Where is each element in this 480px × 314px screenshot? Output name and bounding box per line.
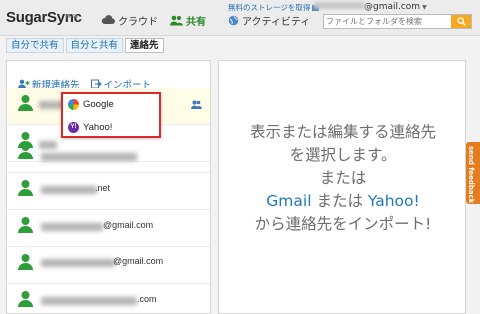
person-icon — [18, 217, 33, 233]
contact-email: @gmail.com — [113, 256, 164, 266]
email-domain: @gmail.com — [364, 2, 421, 12]
tab-contacts[interactable]: 連絡先 — [125, 38, 164, 53]
gmail-link[interactable]: Gmail — [266, 192, 311, 210]
redacted-contact-name — [41, 186, 97, 194]
yahoo-icon: Y! — [68, 121, 79, 133]
top-bar: SugarSync BETA クラウド 共有 アクティビティ 無料のストレージを… — [0, 0, 480, 36]
search-icon — [456, 17, 466, 26]
message-line-1: 表示または編集する連絡先 — [249, 123, 436, 141]
sugarsync-logo[interactable]: SugarSync BETA — [6, 9, 82, 26]
empty-state-message: 表示または編集する連絡先 を選択します。 または Gmail または Yahoo… — [219, 121, 467, 236]
beta-label: BETA — [66, 14, 78, 20]
free-storage-label: 無料のストレージを取得 — [228, 3, 311, 12]
share-tabs: 自分で共有 自分と共有 連絡先 — [6, 38, 164, 53]
nav-cloud-label: クラウド — [118, 16, 158, 28]
person-icon — [18, 95, 33, 111]
or-text: または — [311, 192, 368, 210]
google-icon — [68, 98, 79, 110]
import-google-option[interactable]: Google — [68, 97, 114, 111]
nav-share-label: 共有 — [186, 16, 206, 28]
person-icon — [18, 143, 33, 159]
send-feedback-tab[interactable]: send feedback — [466, 142, 480, 204]
yahoo-link[interactable]: Yahoo! — [368, 192, 420, 210]
contact-row[interactable]: .com — [7, 284, 210, 313]
person-icon — [18, 254, 33, 270]
contact-email: .com — [137, 294, 157, 304]
contact-row[interactable]: @gmail.com — [7, 210, 210, 247]
contact-row[interactable]: @gmail.com — [7, 247, 210, 284]
globe-icon — [228, 15, 239, 25]
redacted-contact-name — [41, 297, 137, 305]
redacted-contact-name — [41, 223, 103, 231]
nav-share[interactable]: 共有 — [170, 12, 206, 28]
import-source-menu: Google Y! Yahoo! — [61, 92, 161, 138]
account-email[interactable]: @gmail.com ▼ — [314, 2, 427, 12]
message-line-3: または — [319, 169, 367, 187]
nav-cloud[interactable]: クラウド — [101, 12, 158, 28]
google-label: Google — [83, 98, 114, 110]
people-icon — [170, 15, 183, 25]
nav-activity-label: アクティビティ — [242, 16, 311, 28]
contact-email: @gmail.com — [103, 220, 154, 230]
search-button[interactable] — [451, 15, 471, 28]
chevron-down-icon: ▼ — [422, 4, 427, 11]
tab-shared-with-me[interactable]: 自分と共有 — [65, 38, 124, 53]
message-line-4: Gmail または Yahoo! — [219, 190, 467, 213]
feedback-label: send feedback — [467, 146, 475, 204]
free-storage-link[interactable]: 無料のストレージを取得 — [228, 2, 320, 13]
yahoo-label: Yahoo! — [83, 121, 113, 133]
tab-shared-by-me[interactable]: 自分で共有 — [6, 38, 64, 53]
people-icon[interactable] — [191, 100, 202, 109]
person-icon — [18, 291, 33, 307]
cloud-icon — [101, 15, 115, 25]
redacted-username — [314, 2, 364, 9]
person-icon — [18, 180, 33, 196]
search-input[interactable] — [326, 15, 450, 28]
redacted-contact-name — [41, 153, 137, 161]
message-line-2: を選択します。 — [289, 146, 397, 164]
message-line-5: から連絡先をインポート! — [254, 215, 432, 233]
contact-row[interactable]: .net — [7, 173, 210, 210]
contact-detail-panel: 表示または編集する連絡先 を選択します。 または Gmail または Yahoo… — [218, 60, 466, 314]
contact-email: .net — [95, 183, 111, 193]
search-box — [323, 14, 472, 29]
contact-row[interactable] — [7, 136, 210, 173]
import-yahoo-option[interactable]: Y! Yahoo! — [68, 120, 112, 134]
nav-activity[interactable]: アクティビティ — [228, 12, 310, 28]
redacted-contact-name — [41, 259, 115, 267]
